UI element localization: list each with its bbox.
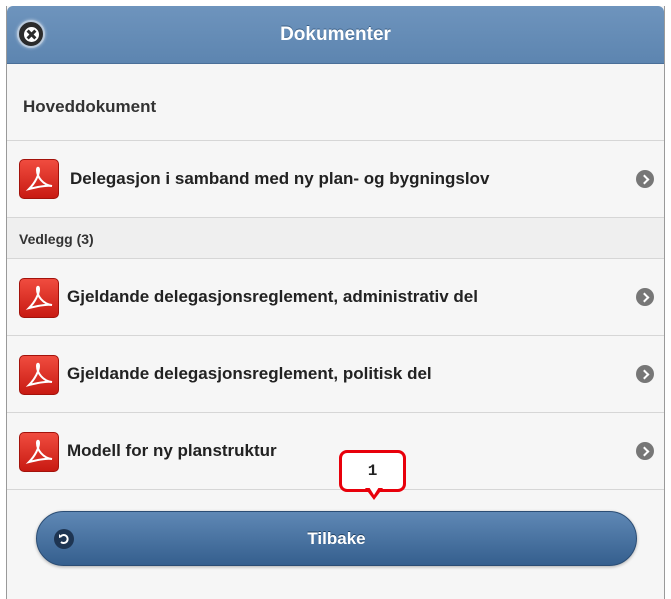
dialog-header: Dokumenter [7, 6, 664, 64]
back-button[interactable]: Tilbake [36, 511, 637, 566]
attachment-item[interactable]: Gjeldande delegasjonsreglement, administ… [7, 259, 664, 336]
documents-dialog: Dokumenter Hoveddokument Delegasjon i sa… [6, 6, 665, 599]
annotation-badge: 1 [339, 450, 406, 492]
attachment-item[interactable]: Gjeldande delegasjonsreglement, politisk… [7, 336, 664, 413]
pdf-icon [19, 159, 59, 199]
main-document-heading: Hoveddokument [7, 64, 664, 141]
dialog-title: Dokumenter [280, 24, 391, 45]
attachment-item[interactable]: Modell for ny planstruktur [7, 413, 664, 490]
chevron-right-icon [636, 442, 654, 460]
back-button-label: Tilbake [307, 529, 366, 548]
chevron-right-icon [636, 288, 654, 306]
chevron-right-icon [636, 170, 654, 188]
document-title: Delegasjon i samband med ny plan- og byg… [70, 169, 490, 188]
attachment-title: Gjeldande delegasjonsreglement, administ… [67, 287, 478, 306]
annotation-pointer-inner [369, 487, 379, 495]
attachment-title: Gjeldande delegasjonsreglement, politisk… [67, 364, 432, 383]
attachments-heading: Vedlegg (3) [7, 218, 664, 259]
document-item[interactable]: Delegasjon i samband med ny plan- og byg… [7, 141, 664, 218]
attachment-title: Modell for ny planstruktur [67, 441, 277, 460]
pdf-icon [19, 278, 59, 318]
pdf-icon [19, 432, 59, 472]
chevron-right-icon [636, 365, 654, 383]
pdf-icon [19, 355, 59, 395]
